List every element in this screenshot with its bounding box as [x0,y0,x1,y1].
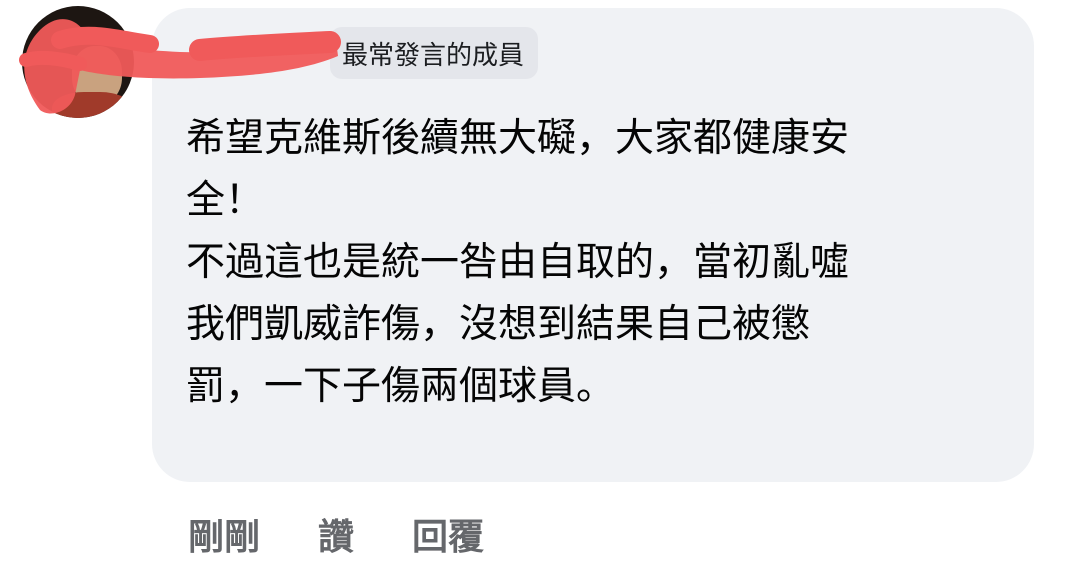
comment-timestamp[interactable]: 剛剛 [188,508,260,560]
comment-line: 我們凱威詐傷，沒想到結果自己被懲 [186,302,811,347]
reply-button[interactable]: 回覆 [412,508,484,560]
like-button[interactable]: 讚 [318,508,354,560]
author-badge: 最常發言的成員 [330,27,539,79]
comment-screen: 最常發言的成員 希望克維斯後續無大礙，大家都健康安 全！ 不過這也是統一咎由自取… [0,0,1069,572]
avatar[interactable] [22,6,134,118]
comment-line: 罰，一下子傷兩個球員。 [186,364,616,409]
comment-actions: 剛剛 讚 回覆 [188,508,484,560]
comment-line: 希望克維斯後續無大礙，大家都健康安 [186,116,850,161]
comment-text: 希望克維斯後續無大礙，大家都健康安 全！ 不過這也是統一咎由自取的，當初亂噓 我… [186,108,1016,418]
comment-line: 不過這也是統一咎由自取的，當初亂噓 [186,240,850,285]
comment-line: 全！ [186,178,265,223]
author-badge-label: 最常發言的成員 [342,40,525,71]
avatar-shirt [52,92,132,118]
